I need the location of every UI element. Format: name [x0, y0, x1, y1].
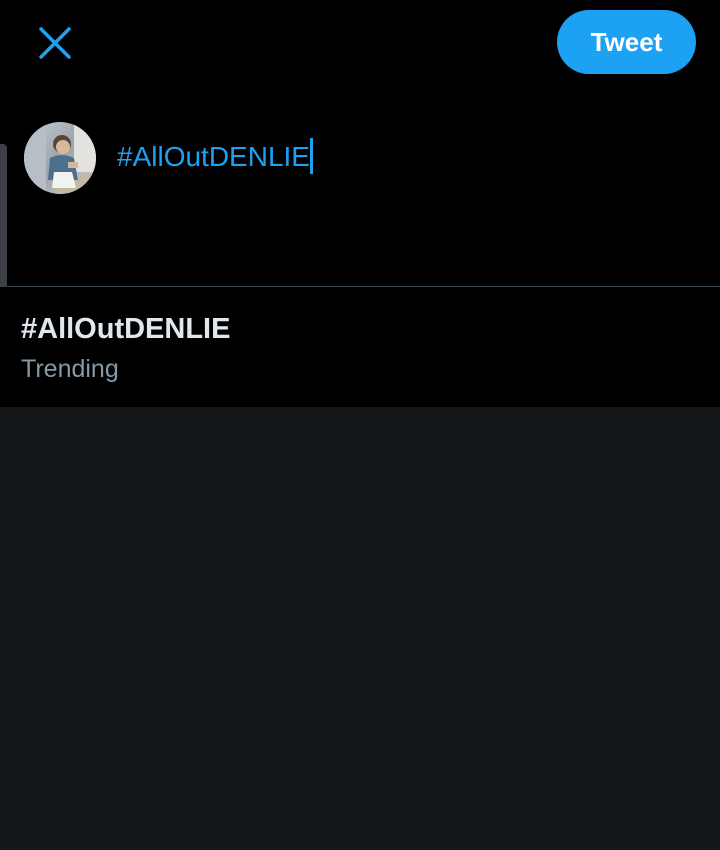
avatar[interactable] — [24, 122, 96, 194]
scrollbar-handle[interactable] — [0, 144, 7, 294]
compose-text-input[interactable]: #AllOutDENLIE — [117, 138, 313, 176]
user-avatar-image — [24, 122, 96, 194]
suggestion-title: #AllOutDENLIE — [21, 313, 231, 345]
close-icon — [39, 27, 71, 59]
close-button[interactable] — [30, 18, 80, 68]
hashtag-suggestion[interactable]: #AllOutDENLIE Trending — [0, 287, 720, 407]
compose-tweet-screen: Tweet #AllOutDENLIE #AllOutDENLIE Trendi… — [0, 0, 720, 850]
compose-text-value: #AllOutDENLIE — [117, 141, 310, 172]
suggestion-subtitle: Trending — [21, 355, 119, 383]
compose-panel: Tweet #AllOutDENLIE — [0, 0, 720, 286]
text-caret — [309, 138, 313, 174]
tweet-button[interactable]: Tweet — [557, 10, 696, 74]
